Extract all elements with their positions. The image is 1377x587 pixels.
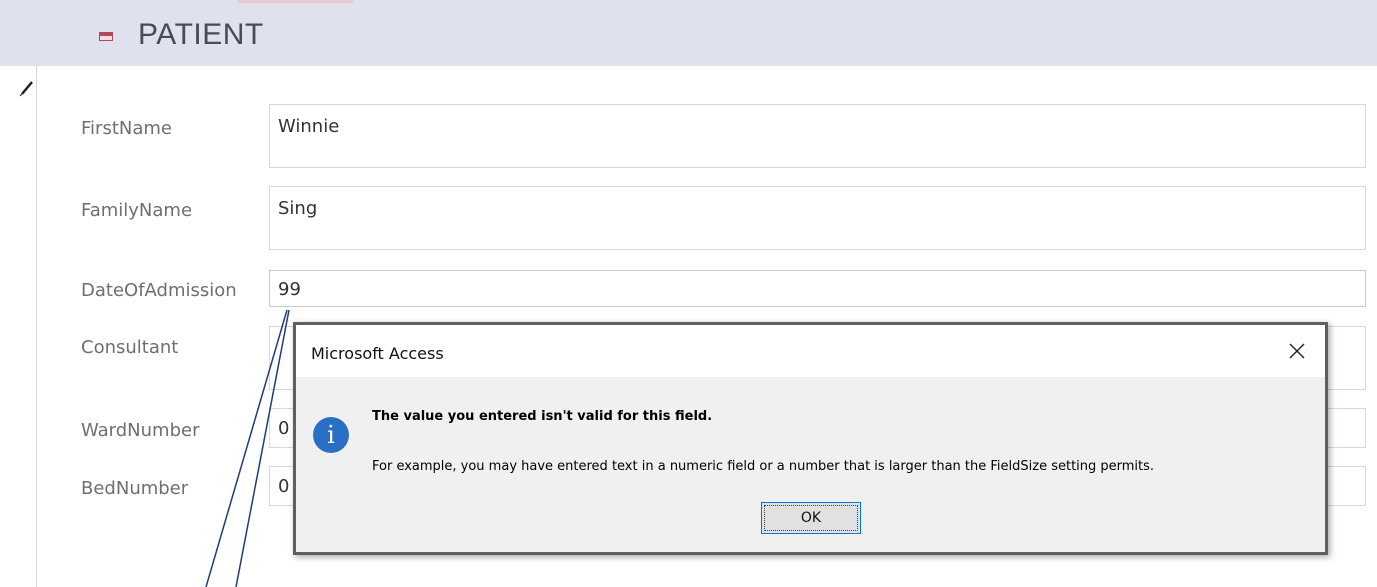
close-icon[interactable] <box>1285 339 1309 363</box>
ok-button[interactable]: OK <box>761 502 861 534</box>
dialog-message: For example, you may have entered text i… <box>372 459 1155 474</box>
dialog-heading: The value you entered isn't valid for th… <box>372 409 713 424</box>
dialog-title: Microsoft Access <box>311 344 444 363</box>
info-icon: i <box>313 417 349 453</box>
dialog-header: Microsoft Access <box>296 325 1325 377</box>
error-dialog: Microsoft Access i The value you entered… <box>293 322 1328 555</box>
